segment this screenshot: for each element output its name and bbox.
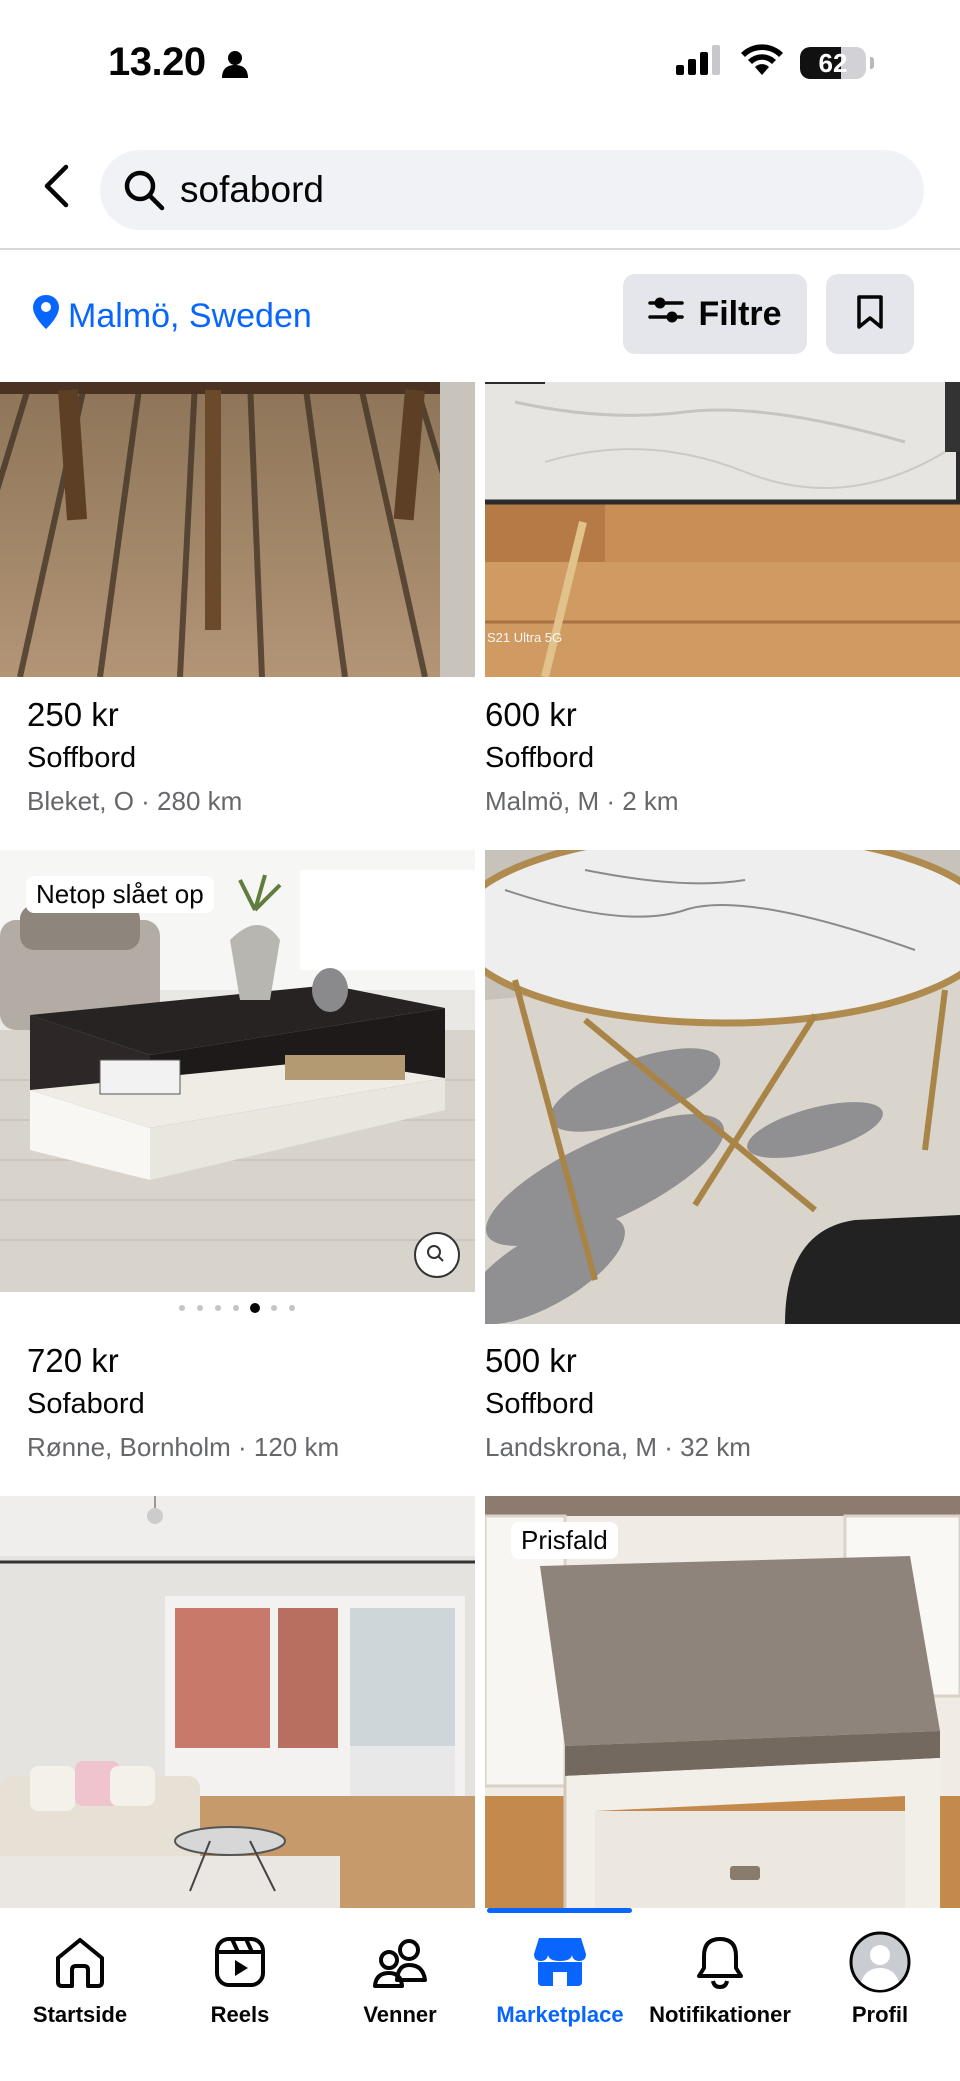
active-tab-indicator xyxy=(487,1908,632,1913)
tab-label: Profil xyxy=(851,2002,909,2027)
listing-badge: Prisfald xyxy=(511,1522,618,1559)
listing-photo: Prisfald xyxy=(485,1496,960,1908)
back-button[interactable] xyxy=(30,162,82,214)
tab-label: Marketplace xyxy=(496,2002,624,2027)
status-time: 13.20 xyxy=(108,40,206,84)
battery-cap xyxy=(870,56,874,69)
listing-badge: Netop slået op xyxy=(26,876,214,913)
location-pin-icon xyxy=(32,294,60,339)
listing-title: Soffbord xyxy=(27,742,137,774)
location-filter-bar: Malmö, Sweden Filtre xyxy=(0,274,960,356)
bell-icon xyxy=(688,1930,752,1994)
header-divider xyxy=(0,248,960,250)
listing-title: Soffbord xyxy=(485,742,595,774)
listing-price: 250 kr xyxy=(27,696,119,733)
chevron-left-icon xyxy=(42,164,70,213)
reels-icon xyxy=(208,1930,272,1994)
photo-watermark: S21 Ultra 5G xyxy=(487,630,563,645)
listing-photo xyxy=(0,382,475,677)
status-indicators: 62 xyxy=(676,44,874,81)
listing-location: Rønne, Bornholm · 120 km xyxy=(27,1432,340,1462)
tab-label: Notifikationer xyxy=(649,2002,791,2027)
person-icon xyxy=(222,50,248,83)
signal-icon xyxy=(676,45,724,80)
battery-level: 62 xyxy=(818,47,848,78)
bookmark-icon xyxy=(856,294,884,335)
saved-button[interactable] xyxy=(826,274,914,354)
search-icon xyxy=(122,168,166,212)
wifi-icon xyxy=(740,44,784,81)
tab-label: Reels xyxy=(210,2002,270,2027)
listing-photo xyxy=(485,850,960,1324)
sliders-icon xyxy=(648,295,685,334)
tab-venner[interactable]: Venner xyxy=(320,1908,480,2048)
listing-location: Malmö, M · 2 km xyxy=(485,786,679,816)
listing-price: 600 kr xyxy=(485,696,577,733)
listing-title: Sofabord xyxy=(27,1388,145,1420)
filter-label: Filtre xyxy=(698,294,782,333)
listing-photo: Netop slået op xyxy=(0,850,475,1292)
tab-label: Startside xyxy=(32,2002,128,2027)
listing-title: Soffbord xyxy=(485,1388,595,1420)
battery-icon: 62 xyxy=(800,46,866,79)
tab-reels[interactable]: Reels xyxy=(160,1908,320,2048)
search-query: sofabord xyxy=(180,169,324,210)
listing-photo: S21 Ultra 5G xyxy=(485,382,960,677)
tab-profil[interactable]: Profil xyxy=(800,1908,960,2048)
location-selector[interactable]: Malmö, Sweden xyxy=(32,294,312,339)
bottom-tab-bar: Startside Reels Venner Marketplace Notif… xyxy=(0,1908,960,2081)
listing-location: Bleket, O · 280 km xyxy=(27,786,243,816)
friends-icon xyxy=(368,1930,432,1994)
location-label: Malmö, Sweden xyxy=(68,297,312,335)
listing-price: 720 kr xyxy=(27,1342,119,1379)
home-icon xyxy=(48,1930,112,1994)
listing-location: Landskrona, M · 32 km xyxy=(485,1432,751,1462)
search-input[interactable]: sofabord xyxy=(100,150,924,230)
tab-startside[interactable]: Startside xyxy=(0,1908,160,2048)
tab-marketplace[interactable]: Marketplace xyxy=(480,1908,640,2048)
search-header: sofabord xyxy=(0,148,960,230)
listing-price: 500 kr xyxy=(485,1342,577,1379)
filter-button[interactable]: Filtre xyxy=(623,274,807,354)
tab-notifikationer[interactable]: Notifikationer xyxy=(640,1908,800,2048)
profile-avatar-icon xyxy=(848,1930,912,1994)
tab-label: Venner xyxy=(363,2002,437,2027)
status-bar: 13.20 62 xyxy=(0,0,960,130)
photo-pager xyxy=(0,1292,475,1324)
listing-photo xyxy=(0,1496,475,1908)
marketplace-icon xyxy=(528,1930,592,1994)
